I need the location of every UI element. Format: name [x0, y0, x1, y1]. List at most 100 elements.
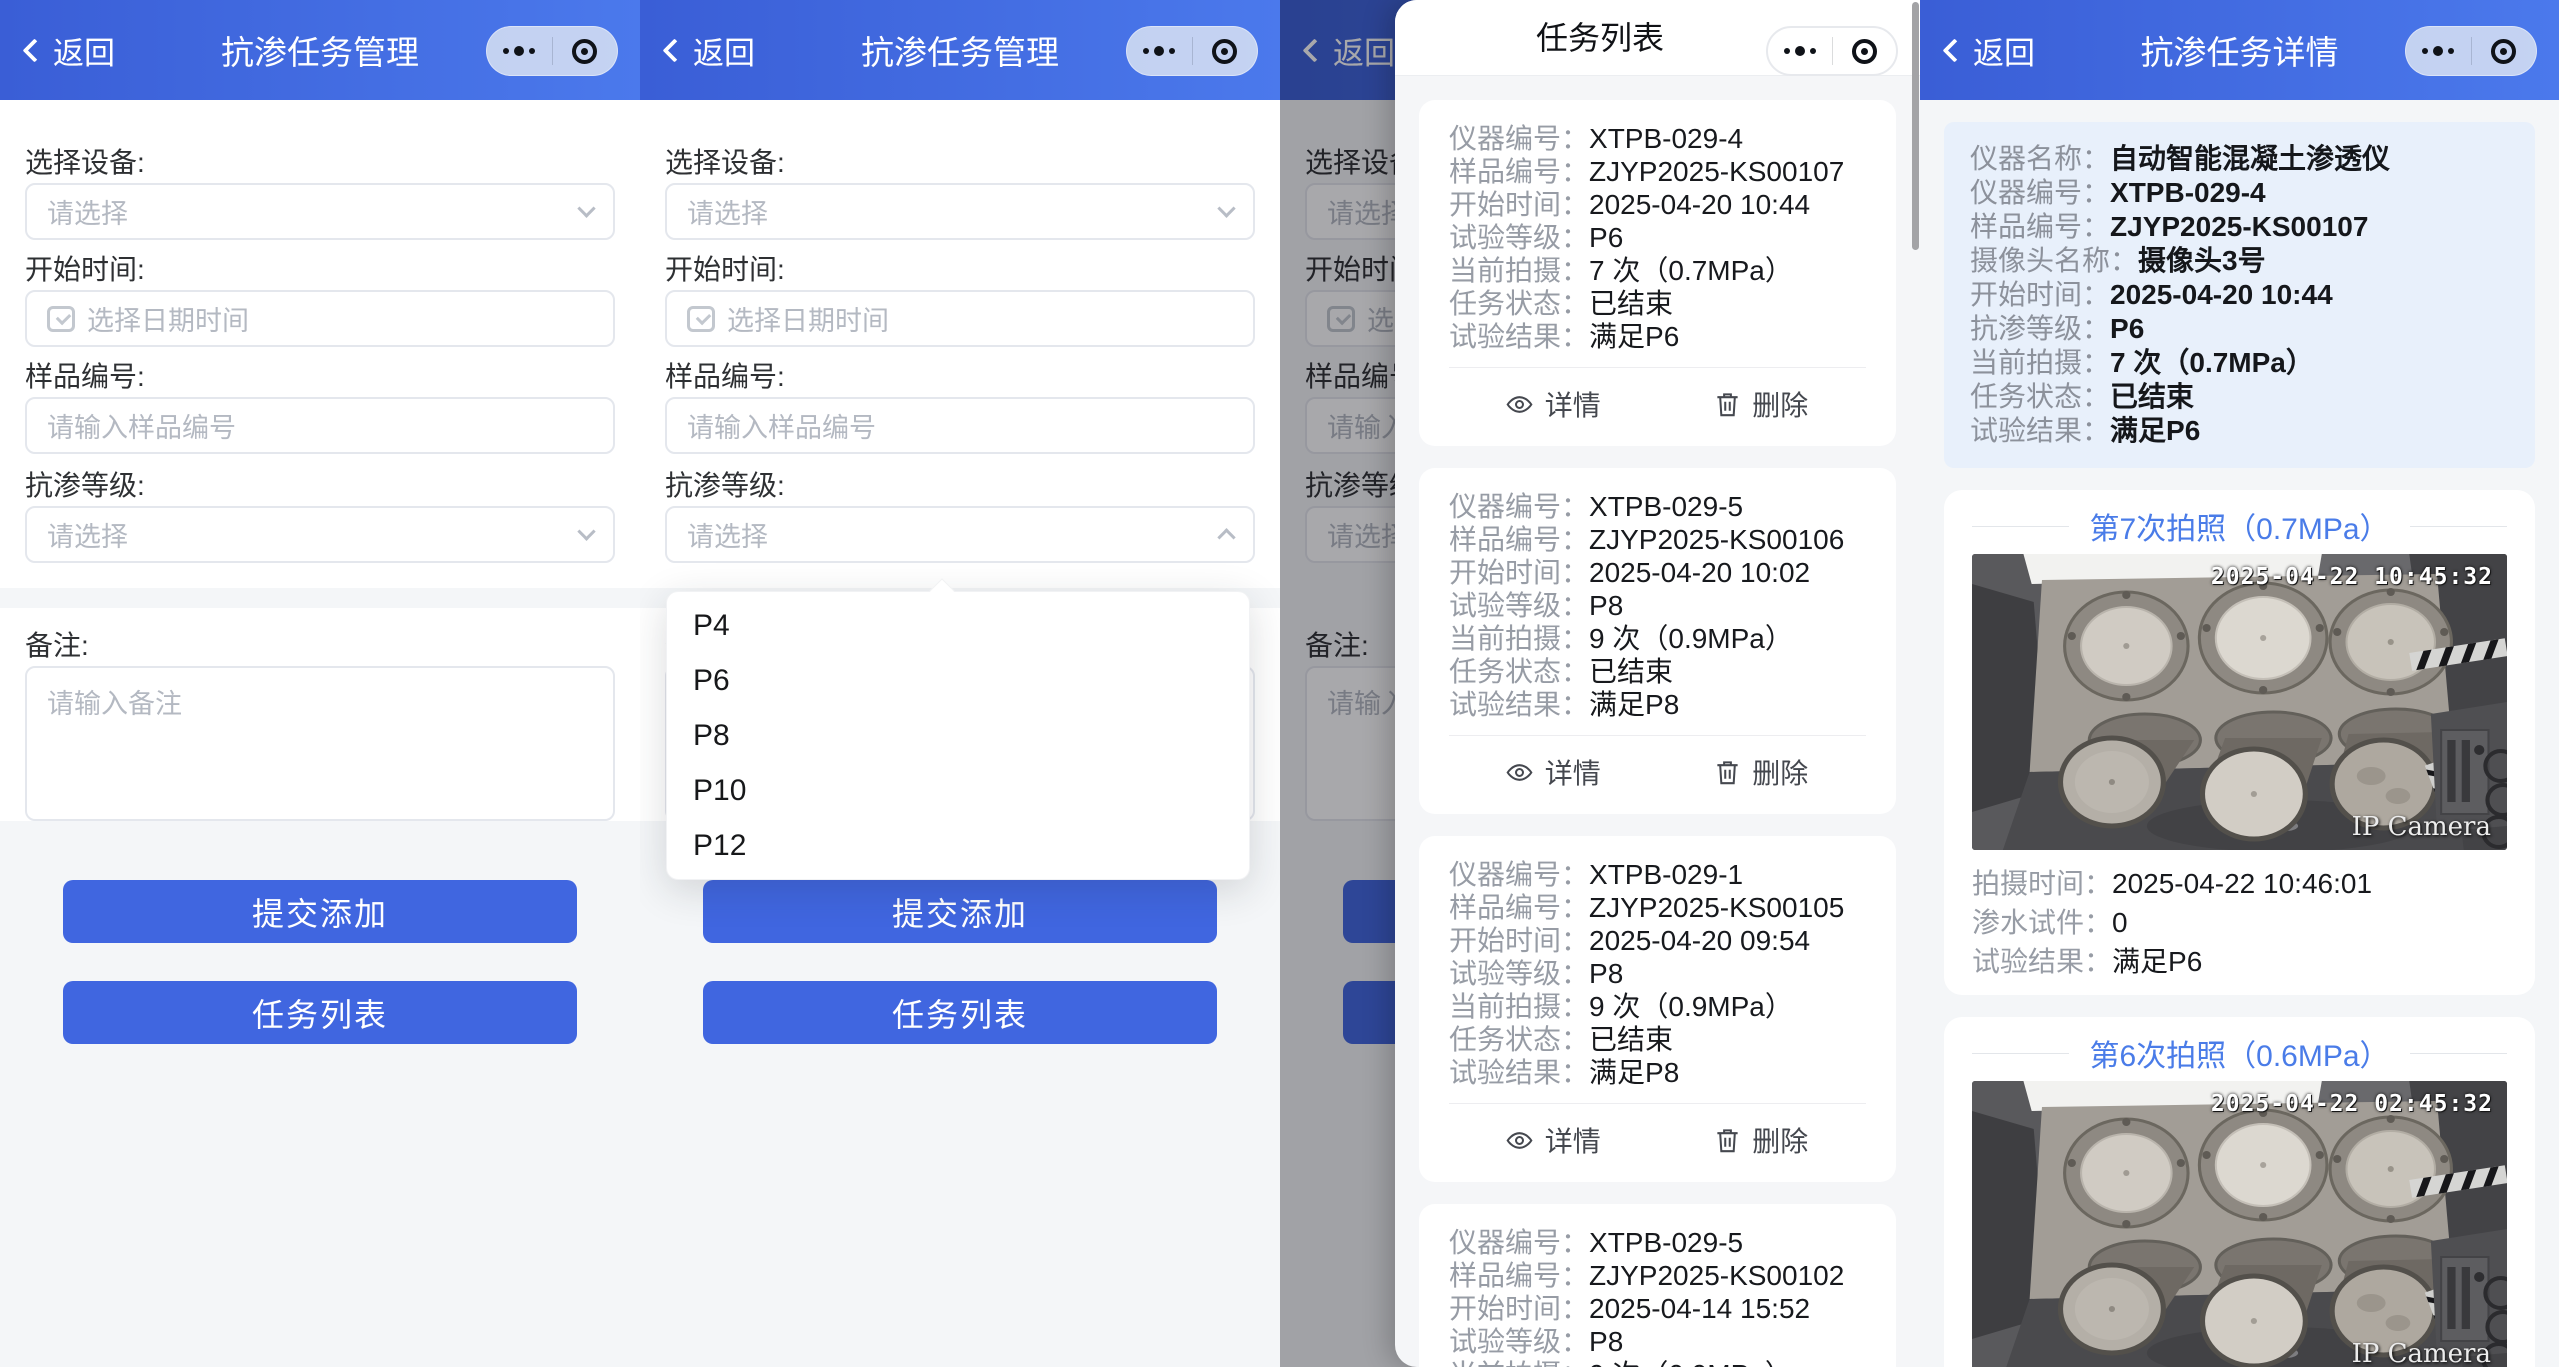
task-field-start: 开始时间：2025-04-20 10:02 [1449, 556, 1866, 589]
capsule-close-button[interactable] [1193, 39, 1258, 64]
photo-meta-row: 试验结果：满足P6 [1972, 942, 2507, 981]
task-list-button[interactable]: 任务列表 [63, 981, 577, 1044]
info-label: 试验结果： [1970, 414, 2110, 448]
field-label: 当前拍摄： [1449, 990, 1589, 1023]
more-dot-icon [529, 48, 535, 54]
info-row: 样品编号：ZJYP2025-KS00107 [1970, 210, 2509, 244]
info-label: 任务状态： [1970, 380, 2110, 414]
back-button[interactable]: 返回 [666, 0, 755, 100]
detail-button[interactable]: 详情 [1449, 1104, 1658, 1172]
capsule-close-button[interactable] [2472, 39, 2537, 64]
delete-button[interactable]: 删除 [1658, 736, 1867, 804]
detail-button[interactable]: 详情 [1449, 736, 1658, 804]
start-date-input[interactable]: 选择日期时间 [665, 290, 1255, 347]
screen-task-list: 返回抗渗任务管理选择设备:请选择开始时间:选择日期时间样品编号:请输入样品编号抗… [1280, 0, 1920, 1367]
grade-option-P8[interactable]: P8 [667, 708, 1249, 763]
more-dot-icon [1143, 48, 1149, 54]
start-date-input[interactable]: 选择日期时间 [25, 290, 615, 347]
delete-button[interactable]: 删除 [1658, 368, 1867, 436]
info-row: 开始时间：2025-04-20 10:44 [1970, 278, 2509, 312]
device-select[interactable]: 请选择 [665, 183, 1255, 240]
remark-placeholder: 请输入备注 [47, 689, 182, 719]
grade-option-P6[interactable]: P6 [667, 653, 1249, 708]
field-label: 仪器编号： [1449, 1226, 1589, 1259]
chevron-left-icon [22, 38, 46, 62]
field-label: 开始时间： [1449, 1292, 1589, 1325]
calendar-icon [687, 306, 715, 332]
photo-card: 第7次拍照（0.7MPa） [1944, 490, 2535, 995]
capsule-more-button[interactable] [487, 46, 552, 56]
field-value: P6 [1589, 221, 1623, 254]
field-label: 样品编号： [1449, 155, 1589, 188]
more-dot-icon [1795, 46, 1805, 56]
chevron-up-icon [1217, 528, 1235, 546]
eye-icon [1506, 1127, 1533, 1154]
capsule-close-button[interactable] [553, 39, 618, 64]
field-value: P8 [1589, 957, 1623, 990]
detail-label: 详情 [1545, 384, 1601, 424]
info-row: 试验结果：满足P6 [1970, 414, 2509, 448]
field-label: 试验结果： [1449, 1056, 1589, 1089]
capsule-more-button[interactable] [1768, 46, 1832, 56]
delete-label: 删除 [1752, 384, 1808, 424]
card-actions: 详情删除 [1449, 736, 1866, 804]
detail-button[interactable]: 详情 [1449, 368, 1658, 436]
back-label: 返回 [1973, 28, 2035, 73]
submit-button[interactable]: 提交添加 [63, 880, 577, 943]
form-footer: 提交添加任务列表 [0, 821, 640, 1367]
field-label: 当前拍摄： [1449, 622, 1589, 655]
page-title: 抗渗任务管理 [221, 26, 419, 74]
info-label: 样品编号： [1970, 210, 2110, 244]
field-value: 2025-04-20 10:44 [1589, 188, 1810, 221]
task-field-result: 试验结果：满足P6 [1449, 320, 1866, 353]
submit-button[interactable]: 提交添加 [703, 880, 1217, 943]
device-select[interactable]: 请选择 [25, 183, 615, 240]
task-field-shots: 当前拍摄：9 次（0.9MPa） [1449, 1358, 1866, 1367]
info-value: 2025-04-20 10:44 [2110, 278, 2333, 312]
task-list-button[interactable]: 任务列表 [703, 981, 1217, 1044]
calendar-icon [47, 306, 75, 332]
delete-button[interactable]: 删除 [1658, 1104, 1867, 1172]
detail-body: 仪器名称：自动智能混凝土渗透仪仪器编号：XTPB-029-4样品编号：ZJYP2… [1920, 100, 2559, 1367]
meta-value: 0 [2112, 903, 2128, 942]
info-value: XTPB-029-4 [2110, 176, 2266, 210]
field-value: 9 次（0.9MPa） [1589, 990, 1793, 1023]
grade-option-P12[interactable]: P12 [667, 818, 1249, 873]
task-field-instrument: 仪器编号：XTPB-029-1 [1449, 858, 1866, 891]
back-button[interactable]: 返回 [1946, 0, 2035, 100]
field-label: 开始时间： [1449, 556, 1589, 589]
more-dot-icon [514, 46, 524, 56]
grade-select[interactable]: 请选择 [25, 506, 615, 563]
field-value: 9 次（0.9MPa） [1589, 1358, 1793, 1367]
nav-bar: 返回 抗渗任务管理 [0, 0, 640, 100]
page-title: 抗渗任务管理 [861, 26, 1059, 74]
task-card-list: 仪器编号：XTPB-029-4样品编号：ZJYP2025-KS00107开始时间… [1395, 76, 1920, 1367]
info-row: 当前拍摄：7 次（0.7MPa） [1970, 346, 2509, 380]
field-label: 开始时间： [1449, 924, 1589, 957]
sample-number-input[interactable]: 请输入样品编号 [25, 397, 615, 454]
scrollbar[interactable] [1912, 2, 1919, 250]
back-label: 返回 [53, 28, 115, 73]
mini-program-capsule [1766, 26, 1898, 76]
task-card: 仪器编号：XTPB-029-5样品编号：ZJYP2025-KS00106开始时间… [1419, 468, 1896, 814]
grade-option-P4[interactable]: P4 [667, 598, 1249, 653]
back-button[interactable]: 返回 [26, 0, 115, 100]
field-label: 任务状态： [1449, 1023, 1589, 1056]
field-value: 已结束 [1589, 1023, 1673, 1056]
capsule-close-button[interactable] [1833, 39, 1897, 64]
sample-number-input[interactable]: 请输入样品编号 [665, 397, 1255, 454]
task-field-start: 开始时间：2025-04-14 15:52 [1449, 1292, 1866, 1325]
meta-label: 拍摄时间： [1972, 864, 2112, 903]
grade-option-P10[interactable]: P10 [667, 763, 1249, 818]
info-label: 摄像头名称： [1970, 244, 2138, 278]
form-footer: 提交添加任务列表 [640, 821, 1280, 1367]
info-value: P6 [2110, 312, 2144, 346]
remark-textarea[interactable]: 请输入备注 [25, 666, 615, 821]
grade-select[interactable]: 请选择 [665, 506, 1255, 563]
mini-program-capsule [486, 26, 618, 76]
info-value: 满足P6 [2110, 414, 2200, 448]
screenshot-stage: 返回抗渗任务管理选择设备:请选择开始时间:选择日期时间样品编号:请输入样品编号抗… [0, 0, 2559, 1367]
capsule-more-button[interactable] [2406, 46, 2471, 56]
target-icon [2491, 39, 2516, 64]
capsule-more-button[interactable] [1127, 46, 1192, 56]
